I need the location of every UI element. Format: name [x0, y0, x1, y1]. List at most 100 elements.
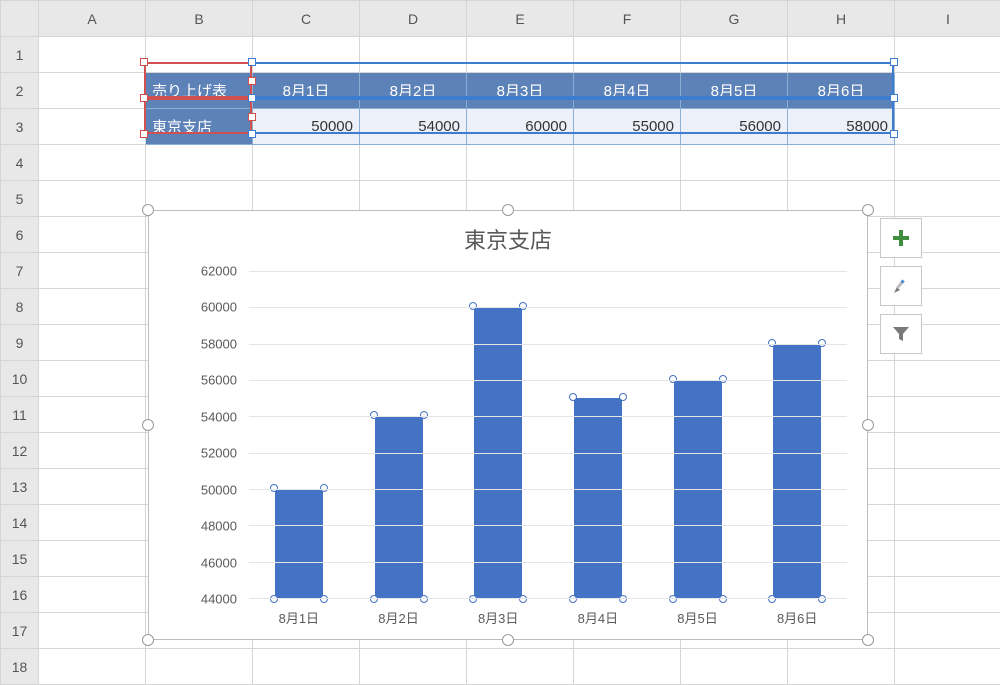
row-header[interactable]: 15: [1, 541, 39, 577]
col-header[interactable]: B: [146, 1, 253, 37]
cell[interactable]: [146, 145, 253, 181]
cell[interactable]: [895, 181, 1000, 217]
cell[interactable]: 8月3日: [467, 73, 574, 109]
cell[interactable]: [39, 469, 146, 505]
cell[interactable]: 東京支店: [146, 109, 253, 145]
cell[interactable]: [146, 37, 253, 73]
col-header[interactable]: C: [253, 1, 360, 37]
cell[interactable]: [895, 469, 1000, 505]
chart-filters-button[interactable]: [880, 314, 922, 354]
cell[interactable]: [895, 109, 1000, 145]
cell[interactable]: 売り上げ表: [146, 73, 253, 109]
bar[interactable]: [574, 398, 622, 598]
chart-bars[interactable]: [249, 271, 847, 598]
selection-handle[interactable]: [890, 130, 898, 138]
selection-handle[interactable]: [248, 94, 256, 102]
cell[interactable]: [39, 649, 146, 685]
cell[interactable]: 8月5日: [681, 73, 788, 109]
row-header[interactable]: 13: [1, 469, 39, 505]
cell[interactable]: [788, 649, 895, 685]
cell[interactable]: [39, 397, 146, 433]
chart-title[interactable]: 東京支店: [149, 211, 867, 261]
cell[interactable]: [574, 145, 681, 181]
cell[interactable]: 8月4日: [574, 73, 681, 109]
selection-handle[interactable]: [140, 130, 148, 138]
cell[interactable]: [681, 145, 788, 181]
selection-handle[interactable]: [890, 58, 898, 66]
cell[interactable]: [467, 145, 574, 181]
cell[interactable]: [253, 145, 360, 181]
cell[interactable]: [681, 649, 788, 685]
chart-resize-handle[interactable]: [502, 634, 514, 646]
cell[interactable]: [895, 145, 1000, 181]
cell[interactable]: [253, 649, 360, 685]
row-header[interactable]: 14: [1, 505, 39, 541]
cell[interactable]: [895, 649, 1000, 685]
row-header[interactable]: 12: [1, 433, 39, 469]
cell[interactable]: [895, 37, 1000, 73]
cell[interactable]: [39, 37, 146, 73]
bar[interactable]: [275, 489, 323, 598]
cell[interactable]: [895, 505, 1000, 541]
cell[interactable]: [39, 541, 146, 577]
cell[interactable]: [681, 37, 788, 73]
bar[interactable]: [773, 344, 821, 598]
row-header[interactable]: 18: [1, 649, 39, 685]
cell[interactable]: [146, 649, 253, 685]
cell[interactable]: [39, 613, 146, 649]
cell[interactable]: 56000: [681, 109, 788, 145]
row-header[interactable]: 17: [1, 613, 39, 649]
cell[interactable]: [360, 145, 467, 181]
chart-resize-handle[interactable]: [502, 204, 514, 216]
chart-resize-handle[interactable]: [142, 419, 154, 431]
chart-resize-handle[interactable]: [142, 204, 154, 216]
row-header[interactable]: 6: [1, 217, 39, 253]
chart-styles-button[interactable]: [880, 266, 922, 306]
cell[interactable]: [39, 433, 146, 469]
cell[interactable]: [895, 433, 1000, 469]
cell[interactable]: [574, 37, 681, 73]
cell[interactable]: [788, 145, 895, 181]
cell[interactable]: [895, 613, 1000, 649]
col-header[interactable]: E: [467, 1, 574, 37]
select-all-corner[interactable]: [1, 1, 39, 37]
col-header[interactable]: A: [39, 1, 146, 37]
row-header[interactable]: 2: [1, 73, 39, 109]
row-header[interactable]: 1: [1, 37, 39, 73]
bar[interactable]: [375, 416, 423, 598]
chart-plot-area[interactable]: 4400046000480005000052000540005600058000…: [189, 271, 847, 599]
cell[interactable]: [39, 505, 146, 541]
embedded-chart[interactable]: 東京支店 44000460004800050000520005400056000…: [148, 210, 868, 640]
cell[interactable]: [895, 577, 1000, 613]
selection-handle[interactable]: [140, 58, 148, 66]
cell[interactable]: 8月2日: [360, 73, 467, 109]
cell[interactable]: 55000: [574, 109, 681, 145]
selection-handle[interactable]: [248, 77, 256, 85]
cell[interactable]: [39, 217, 146, 253]
row-header[interactable]: 9: [1, 325, 39, 361]
cell[interactable]: [253, 37, 360, 73]
cell[interactable]: [39, 577, 146, 613]
cell[interactable]: [895, 361, 1000, 397]
cell[interactable]: [39, 73, 146, 109]
selection-handle[interactable]: [140, 94, 148, 102]
row-header[interactable]: 5: [1, 181, 39, 217]
col-header[interactable]: D: [360, 1, 467, 37]
cell[interactable]: [39, 253, 146, 289]
col-header[interactable]: F: [574, 1, 681, 37]
cell[interactable]: 8月6日: [788, 73, 895, 109]
cell[interactable]: [39, 325, 146, 361]
cell[interactable]: [574, 649, 681, 685]
row-header[interactable]: 11: [1, 397, 39, 433]
row-header[interactable]: 10: [1, 361, 39, 397]
cell[interactable]: [39, 289, 146, 325]
selection-handle[interactable]: [248, 58, 256, 66]
cell[interactable]: [39, 145, 146, 181]
selection-handle[interactable]: [248, 130, 256, 138]
row-header[interactable]: 3: [1, 109, 39, 145]
cell[interactable]: [360, 37, 467, 73]
row-header[interactable]: 8: [1, 289, 39, 325]
cell[interactable]: 54000: [360, 109, 467, 145]
chart-resize-handle[interactable]: [862, 634, 874, 646]
col-header[interactable]: G: [681, 1, 788, 37]
